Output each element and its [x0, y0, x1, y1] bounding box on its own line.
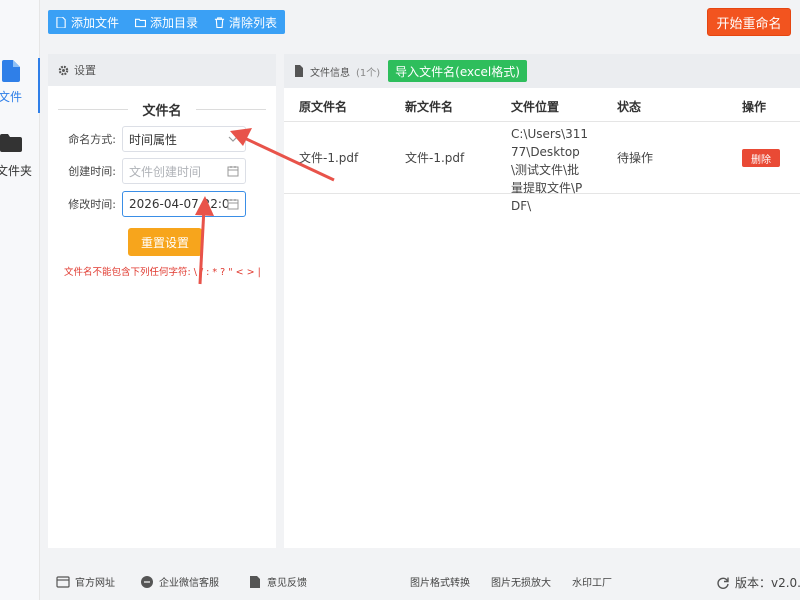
- delete-button[interactable]: 删除: [742, 149, 780, 167]
- file-count: (1个): [356, 67, 381, 79]
- start-rename-button[interactable]: 开始重命名: [707, 8, 791, 36]
- created-placeholder: 文件创建时间: [129, 164, 202, 179]
- add-file-label: 添加文件: [71, 15, 120, 30]
- website-label: 官方网址: [75, 578, 115, 589]
- file-info-icon: [295, 65, 303, 77]
- created-label: 创建时间:: [68, 165, 116, 178]
- created-date-input[interactable]: 文件创建时间: [122, 158, 246, 184]
- gear-icon: [58, 65, 69, 75]
- feedback-link[interactable]: 意见反馈: [248, 574, 307, 589]
- col-status: 状态: [617, 100, 642, 114]
- col-action: 操作: [742, 100, 767, 114]
- file-panel: 文件信息 (1个) 导入文件名(excel格式) 原文件名 新文件名 文件位置 …: [284, 54, 800, 548]
- nav-file-label: 文件: [0, 90, 23, 104]
- img-enlarge-label: 图片无损放大: [491, 578, 551, 589]
- refresh-icon: [717, 577, 729, 589]
- img-convert-link[interactable]: 图片格式转换: [410, 574, 470, 589]
- img-convert-label: 图片格式转换: [410, 578, 470, 589]
- nav-folder[interactable]: 文件夹: [0, 132, 40, 182]
- filename-warning: 文件名不能包含下列任何字符: \ / : * ? " < > |: [64, 267, 261, 278]
- created-row: 创建时间: 文件创建时间: [58, 158, 268, 184]
- file-panel-header: 文件信息 (1个) 导入文件名(excel格式): [284, 54, 800, 88]
- file-info-title: 文件信息: [310, 67, 350, 79]
- website-icon: [56, 575, 70, 588]
- trash-icon: [214, 16, 225, 28]
- folder-icon: [135, 18, 147, 27]
- nav-folder-label: 文件夹: [0, 164, 33, 178]
- watermark-link[interactable]: 水印工厂: [572, 574, 612, 589]
- cell-new: 文件-1.pdf: [405, 151, 465, 165]
- add-file-icon: [56, 16, 66, 28]
- watermark-label: 水印工厂: [572, 578, 612, 589]
- naming-label: 命名方式:: [68, 133, 116, 146]
- modified-date-input[interactable]: 2026-04-07 22:05: [122, 191, 246, 217]
- settings-header: 设置: [48, 54, 276, 86]
- import-excel-button[interactable]: 导入文件名(excel格式): [388, 60, 527, 82]
- clear-list-label: 清除列表: [229, 15, 278, 30]
- cell-original: 文件-1.pdf: [299, 151, 359, 165]
- settings-title: 设置: [74, 64, 96, 77]
- chevron-down-icon: [228, 136, 238, 142]
- modified-row: 修改时间: 2026-04-07 22:05: [58, 191, 268, 217]
- table-row[interactable]: 文件-1.pdf 文件-1.pdf C:\Users\31177\Desktop…: [284, 122, 800, 213]
- naming-value: 时间属性: [129, 132, 178, 147]
- chat-icon: [141, 575, 153, 588]
- col-new: 新文件名: [405, 100, 454, 114]
- add-dir-label: 添加目录: [150, 15, 199, 30]
- modified-label: 修改时间:: [68, 198, 116, 211]
- col-original: 原文件名: [299, 100, 348, 114]
- feedback-icon: [250, 575, 260, 588]
- feedback-label: 意见反馈: [267, 578, 307, 589]
- nav-file[interactable]: 文件: [0, 58, 40, 113]
- cell-status: 待操作: [617, 151, 654, 165]
- left-nav: 文件 文件夹: [0, 0, 40, 600]
- naming-row: 命名方式: 时间属性: [58, 126, 268, 152]
- file-icon: [2, 60, 20, 82]
- add-dir-button[interactable]: 添加目录: [127, 10, 206, 34]
- settings-panel: 设置 文件名 命名方式: 时间属性 创建时间: 文件创建时间 修改时间: 202…: [48, 54, 276, 548]
- footer: 官方网址 企业微信客服 意见反馈 图片格式转换 图片无损放大 水印工厂 版本：v…: [40, 560, 800, 600]
- col-location: 文件位置: [511, 100, 560, 114]
- clear-list-button[interactable]: 清除列表: [206, 10, 285, 34]
- modified-value: 2026-04-07 22:05: [129, 197, 229, 211]
- section-title: 文件名: [58, 100, 266, 119]
- cell-location: C:\Users\31177\Desktop\测试文件\批量提取文件\PDF\: [511, 127, 589, 213]
- img-enlarge-link[interactable]: 图片无损放大: [491, 574, 551, 589]
- website-link[interactable]: 官方网址: [56, 574, 115, 589]
- version-label: 版本：v2.0.7: [735, 576, 800, 590]
- wechat-label: 企业微信客服: [159, 578, 219, 589]
- reset-settings-button[interactable]: 重置设置: [128, 228, 202, 256]
- add-file-button[interactable]: 添加文件: [48, 10, 127, 34]
- calendar-icon: [227, 199, 239, 210]
- naming-select[interactable]: 时间属性: [122, 126, 246, 152]
- toolbar: 添加文件 添加目录 清除列表: [48, 10, 286, 34]
- folder-icon: [0, 134, 22, 152]
- table-header: 原文件名 新文件名 文件位置 状态 操作: [284, 88, 800, 122]
- wechat-support-link[interactable]: 企业微信客服: [140, 574, 219, 589]
- version-info[interactable]: 版本：v2.0.7: [716, 574, 800, 591]
- calendar-icon: [227, 166, 239, 177]
